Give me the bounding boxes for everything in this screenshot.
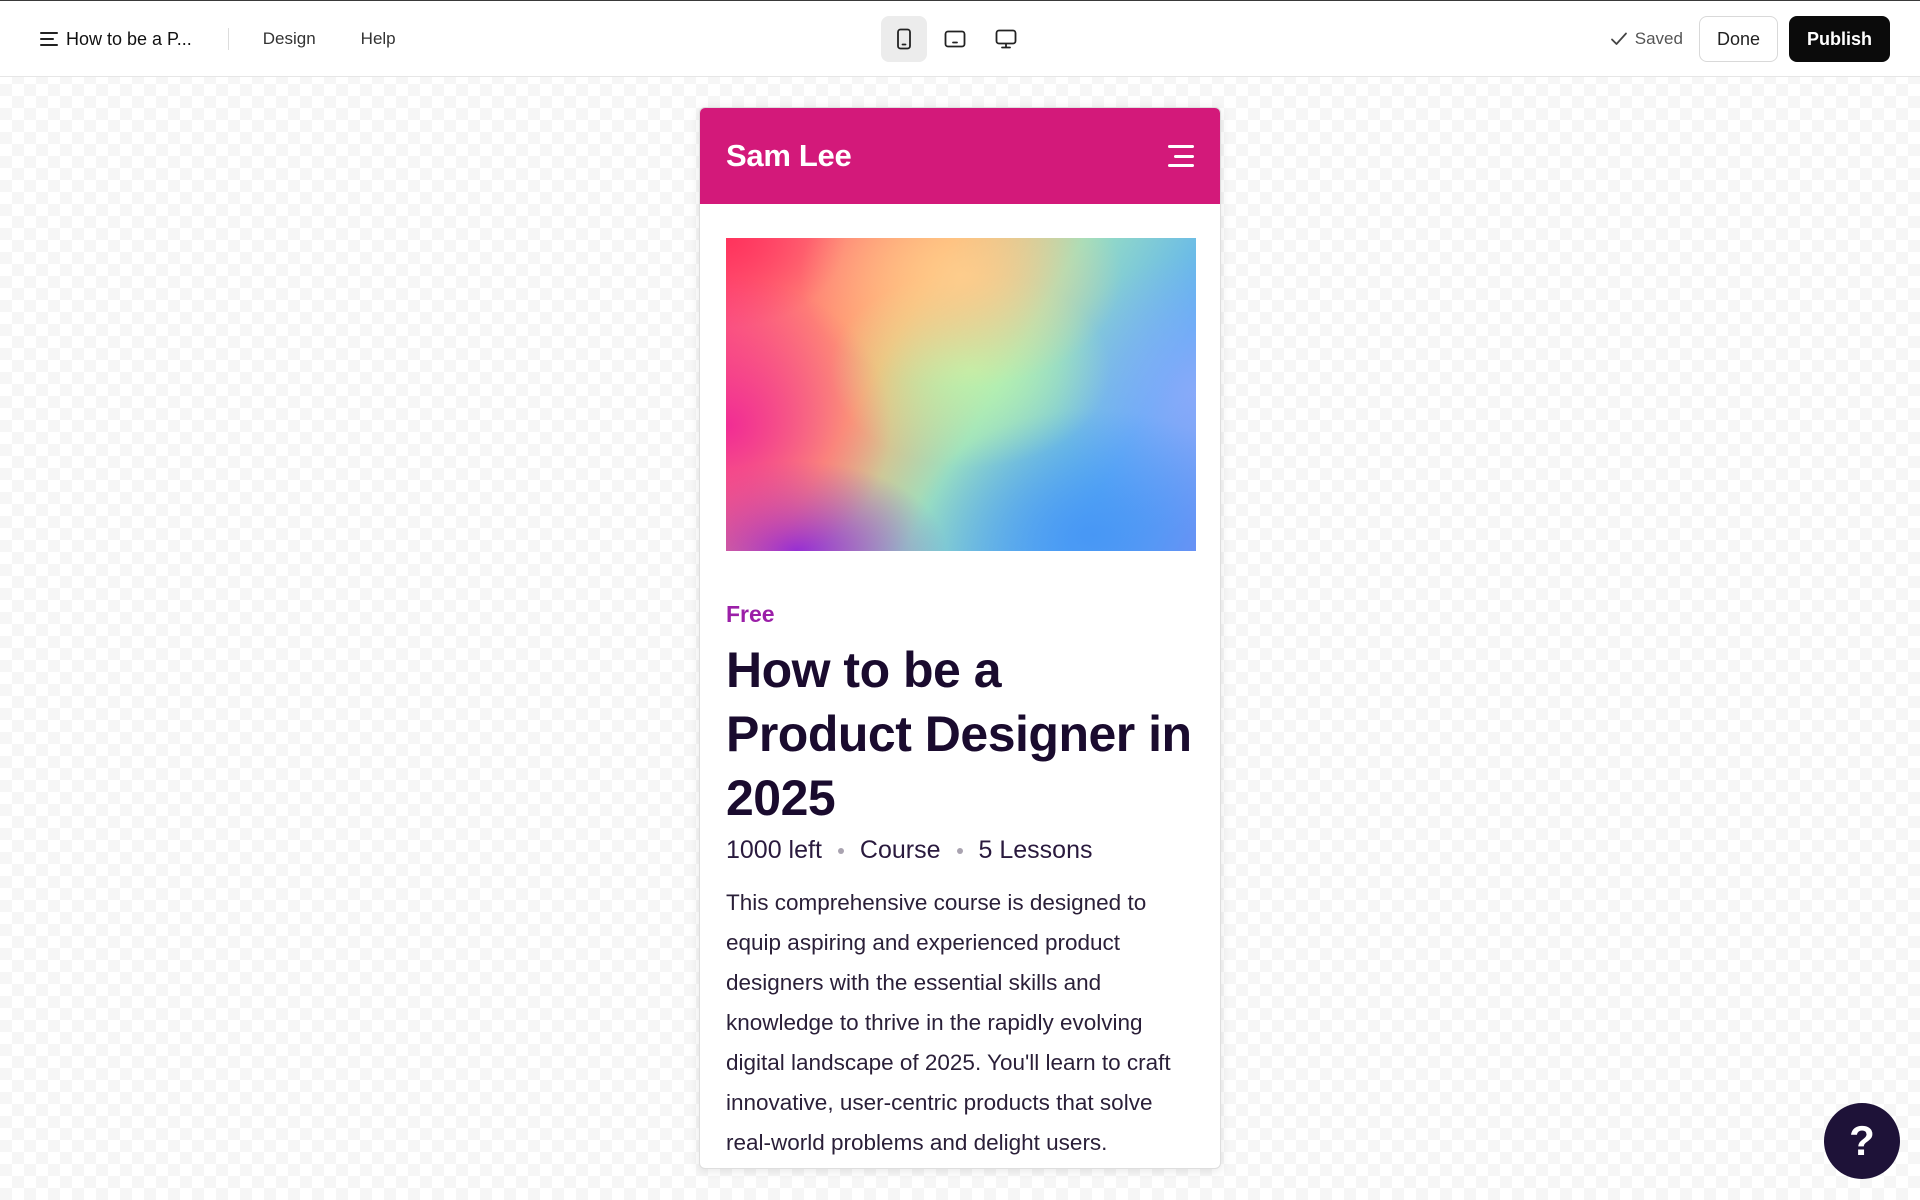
desktop-view-button[interactable] <box>983 16 1029 62</box>
site-menu-icon[interactable] <box>1166 145 1194 167</box>
mobile-preview-frame: Sam Lee Free How to be a Product Designe… <box>699 107 1221 1169</box>
lesson-count: 5 Lessons <box>978 836 1093 864</box>
meta-separator <box>956 847 963 854</box>
toolbar-right: Saved Done Publish <box>1610 16 1890 62</box>
toolbar-left: How to be a P... Design Help <box>40 1 441 77</box>
course-details: Free How to be a Product Designer in 202… <box>700 601 1220 1163</box>
check-icon <box>1610 32 1627 45</box>
save-status: Saved <box>1610 29 1683 49</box>
course-title: How to be a Product Designer in 2025 <box>726 642 1192 826</box>
mobile-view-icon <box>897 28 911 50</box>
mobile-view-button[interactable] <box>881 16 927 62</box>
course-meta: 1000 left Course 5 Lessons <box>726 836 1194 865</box>
device-preview-switcher <box>881 16 1029 62</box>
done-button[interactable]: Done <box>1698 16 1778 62</box>
course-description: This comprehensive course is designed to… <box>726 890 1171 1155</box>
publish-button[interactable]: Publish <box>1788 16 1890 62</box>
price-label: Free <box>726 601 775 627</box>
site-header: Sam Lee <box>700 108 1220 204</box>
course-hero-image <box>726 238 1196 551</box>
product-type: Course <box>859 836 941 864</box>
editor-toolbar: How to be a P... Design Help Saved Done … <box>0 0 1920 77</box>
toolbar-divider <box>227 28 229 50</box>
spots-left: 1000 left <box>726 836 822 864</box>
help-button[interactable]: ? <box>1824 1103 1900 1179</box>
saved-label: Saved <box>1634 29 1683 48</box>
tablet-view-button[interactable] <box>932 16 978 62</box>
help-tab[interactable]: Help <box>361 29 396 49</box>
meta-separator <box>837 847 844 854</box>
menu-icon[interactable] <box>40 32 58 46</box>
tablet-view-icon <box>944 30 966 48</box>
document-title[interactable]: How to be a P... <box>66 29 192 50</box>
site-name[interactable]: Sam Lee <box>726 138 852 174</box>
design-tab[interactable]: Design <box>263 29 316 49</box>
desktop-view-icon <box>995 29 1017 49</box>
